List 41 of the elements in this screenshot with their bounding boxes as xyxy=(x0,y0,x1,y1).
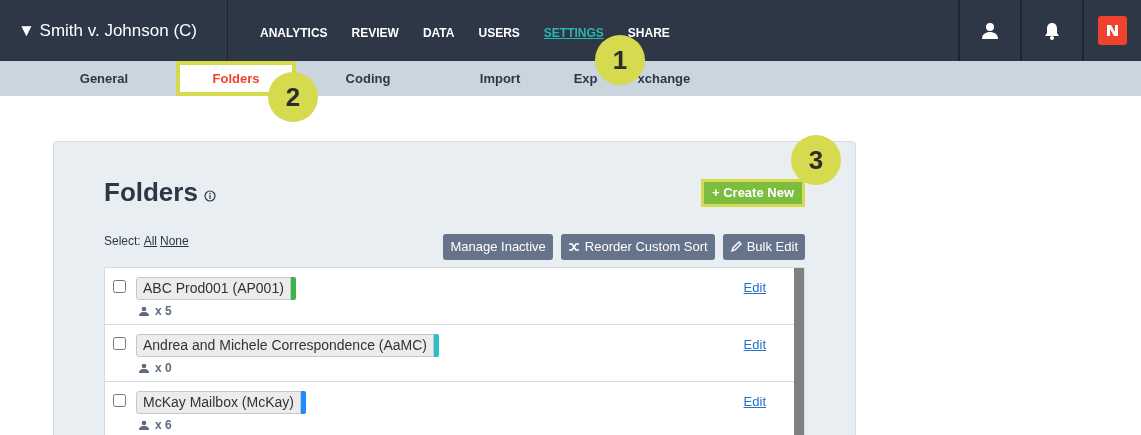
user-count: x 6 xyxy=(155,417,172,434)
nav-tab[interactable]: SHARE xyxy=(627,23,670,42)
user-icon[interactable] xyxy=(981,21,999,40)
action-button[interactable]: Bulk Edit xyxy=(722,234,805,260)
subnav-tab[interactable]: Coding xyxy=(341,68,395,89)
logo-icon[interactable] xyxy=(1098,16,1127,45)
nav-tab[interactable]: SETTINGS xyxy=(543,23,604,42)
scrollbar[interactable] xyxy=(794,268,804,435)
folder-tag[interactable]: McKay Mailbox (McKay) xyxy=(136,391,301,414)
user-count: x 5 xyxy=(155,303,172,320)
edit-link[interactable]: Edit xyxy=(743,278,766,324)
page-title: Folders xyxy=(104,176,198,209)
edit-link[interactable]: Edit xyxy=(743,392,766,435)
folder-checkbox[interactable] xyxy=(113,280,126,293)
select-label: Select: xyxy=(104,233,141,250)
case-menu[interactable]: ▼ Smith v. Johnson (C) xyxy=(18,17,197,44)
edit-link[interactable]: Edit xyxy=(743,335,766,381)
nav-tab[interactable]: USERS xyxy=(478,23,520,42)
select-all-link[interactable]: All xyxy=(143,232,158,250)
info-icon[interactable] xyxy=(203,189,216,202)
user-icon xyxy=(139,420,149,430)
action-button[interactable]: Manage Inactive xyxy=(443,234,553,260)
nav-tab[interactable]: ANALYTICS xyxy=(260,23,328,42)
subnav-tab-text[interactable]: Exp xyxy=(573,68,598,89)
action-button[interactable]: Reorder Custom Sort xyxy=(560,234,715,260)
shuffle-icon xyxy=(567,241,580,253)
user-icon xyxy=(139,306,149,316)
user-icon xyxy=(139,363,149,373)
subnav-tab[interactable]: General xyxy=(75,68,133,89)
callout-tooltip: 2 xyxy=(268,72,318,122)
pencil-icon xyxy=(729,241,742,253)
user-count: x 0 xyxy=(155,360,172,377)
nav-tab[interactable]: REVIEW xyxy=(351,23,399,42)
folder-tag[interactable]: ABC Prod001 (AP001) xyxy=(136,277,291,300)
bell-icon[interactable] xyxy=(1043,21,1061,40)
nav-tab[interactable]: DATA xyxy=(422,23,455,42)
folder-checkbox[interactable] xyxy=(113,337,126,350)
subnav-tab[interactable]: Import xyxy=(475,68,525,89)
folder-tag[interactable]: Andrea and Michele Correspondence (AaMC) xyxy=(136,334,435,357)
folder-checkbox[interactable] xyxy=(113,394,126,407)
select-none-link[interactable]: None xyxy=(160,232,189,250)
